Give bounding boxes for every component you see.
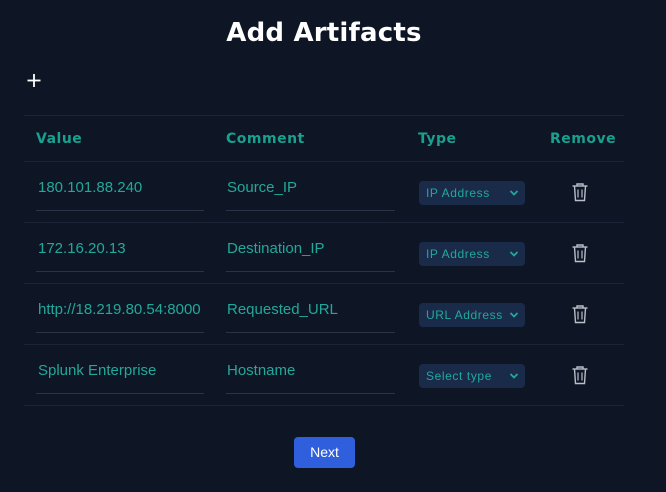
remove-row-button[interactable] [571, 304, 589, 324]
header-comment: Comment [226, 131, 305, 147]
comment-input[interactable]: Destination_IP [226, 223, 395, 272]
type-select[interactable]: IP Address [419, 181, 525, 205]
comment-input[interactable]: Hostname [226, 345, 395, 394]
value-input[interactable]: 180.101.88.240 [36, 162, 204, 211]
type-select-value: Select type [426, 369, 492, 383]
next-button[interactable]: Next [294, 437, 355, 468]
add-artifact-button[interactable] [24, 68, 44, 92]
add-artifacts-page: Add Artifacts Value Comment Type Remove … [0, 0, 666, 492]
remove-row-button[interactable] [571, 243, 589, 263]
header-remove: Remove [550, 131, 617, 147]
table-header: Value Comment Type Remove [24, 116, 624, 162]
artifacts-table: Value Comment Type Remove 180.101.88.240… [24, 115, 624, 406]
chevron-down-icon [509, 251, 519, 257]
table-row: Splunk Enterprise Hostname Select type [24, 345, 624, 406]
chevron-down-icon [509, 190, 519, 196]
chevron-down-icon [509, 312, 519, 318]
chevron-down-icon [509, 373, 519, 379]
table-row: 172.16.20.13 Destination_IP IP Address [24, 223, 624, 284]
trash-icon [572, 244, 588, 263]
trash-icon [572, 305, 588, 324]
header-type: Type [418, 131, 457, 147]
value-input[interactable]: Splunk Enterprise [36, 345, 204, 394]
value-input[interactable]: http://18.219.80.54:8000 [36, 284, 204, 333]
trash-icon [572, 366, 588, 385]
comment-input[interactable]: Source_IP [226, 162, 395, 211]
type-select-value: IP Address [426, 186, 490, 200]
type-select[interactable]: IP Address [419, 242, 525, 266]
type-select[interactable]: URL Address [419, 303, 525, 327]
trash-icon [572, 183, 588, 202]
remove-row-button[interactable] [571, 365, 589, 385]
remove-row-button[interactable] [571, 182, 589, 202]
type-select[interactable]: Select type [419, 364, 525, 388]
type-select-value: URL Address [426, 308, 503, 322]
type-select-value: IP Address [426, 247, 490, 261]
page-title: Add Artifacts [226, 18, 422, 48]
comment-input[interactable]: Requested_URL [226, 284, 395, 333]
table-row: http://18.219.80.54:8000 Requested_URL U… [24, 284, 624, 345]
plus-icon [27, 74, 41, 87]
header-value: Value [36, 131, 83, 147]
value-input[interactable]: 172.16.20.13 [36, 223, 204, 272]
table-row: 180.101.88.240 Source_IP IP Address [24, 162, 624, 223]
